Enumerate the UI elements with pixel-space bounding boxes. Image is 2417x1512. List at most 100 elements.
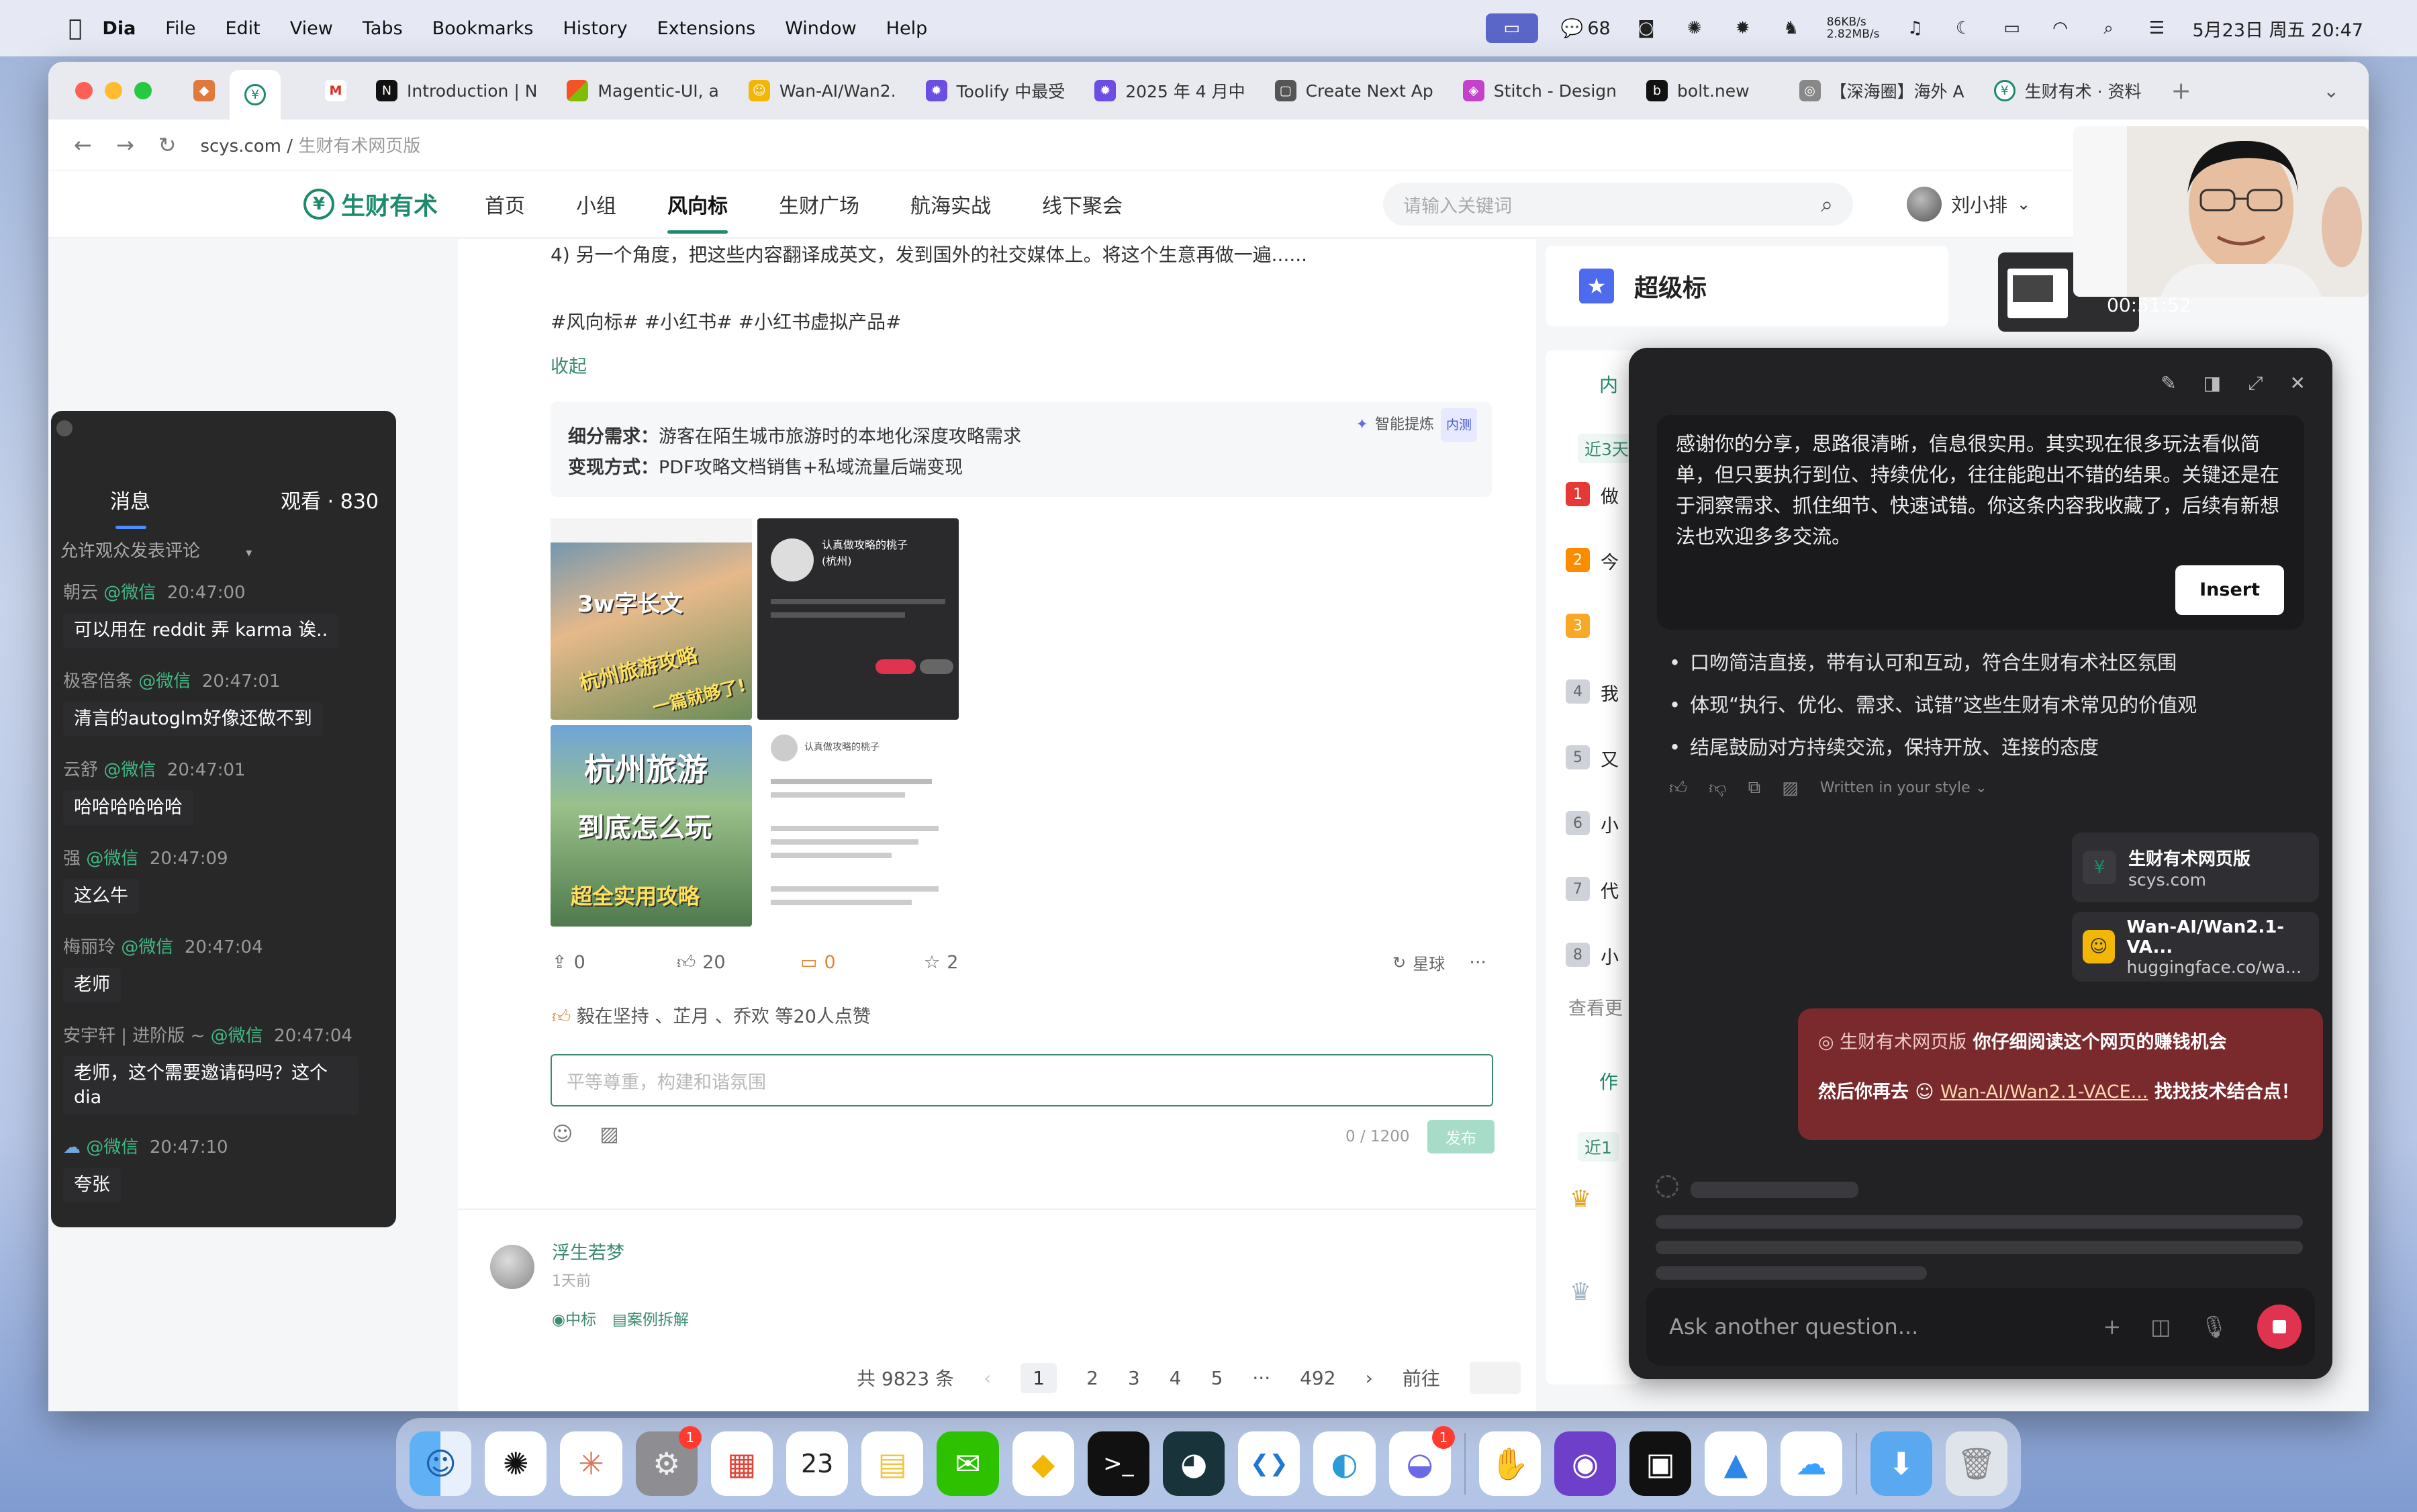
stop-button[interactable] bbox=[2257, 1305, 2302, 1349]
user-menu[interactable]: 刘小排 ⌄ bbox=[1907, 187, 2030, 222]
tab-shenhaiquan[interactable]: ◎ 【深海圈】海外 A bbox=[1785, 70, 1979, 111]
reply-author[interactable]: 浮生若梦 bbox=[552, 1238, 624, 1264]
menu-extensions[interactable]: Extensions bbox=[657, 18, 756, 39]
new-chat-icon[interactable]: ✎ bbox=[2161, 372, 2176, 395]
control-center-icon[interactable]: ☰ bbox=[2144, 15, 2169, 41]
ask-input[interactable]: Ask another question... + ◫ 🎙︎ bbox=[1646, 1288, 2315, 1366]
next-page-icon[interactable]: › bbox=[1366, 1367, 1373, 1389]
post-tags[interactable]: #风向标# #小红书# #小红书虚拟产品# bbox=[551, 308, 902, 334]
box-icon[interactable]: ▣ bbox=[1629, 1431, 1692, 1496]
like-button[interactable]: 👍︎ 20 bbox=[677, 951, 800, 974]
menu-app-name[interactable]: Dia bbox=[102, 18, 136, 39]
messages-icon[interactable]: ☁ bbox=[1780, 1431, 1842, 1496]
trash-icon[interactable]: 🗑︎ bbox=[1945, 1431, 2008, 1496]
page-5[interactable]: 5 bbox=[1211, 1367, 1223, 1389]
insert-button[interactable]: Insert bbox=[2175, 565, 2284, 615]
rank-item[interactable]: 小 bbox=[1601, 811, 1619, 837]
menu-view[interactable]: View bbox=[290, 18, 333, 39]
keynote-icon[interactable]: ▲ bbox=[1705, 1431, 1767, 1496]
search-icon[interactable]: ⌕ bbox=[2095, 15, 2121, 41]
menu-history[interactable]: History bbox=[563, 18, 628, 39]
cat-icon[interactable]: ♞ bbox=[1779, 15, 1804, 41]
menu-edit[interactable]: Edit bbox=[225, 18, 260, 39]
post-image-1[interactable]: 3w字长文 杭州旅游攻略 一篇就够了! bbox=[551, 518, 752, 720]
tab-stitch[interactable]: ◈ Stitch - Design bbox=[1448, 70, 1631, 111]
dia-icon[interactable]: ◒ 1 bbox=[1388, 1426, 1455, 1496]
page-1[interactable]: 1 bbox=[1021, 1362, 1057, 1393]
reply-tag[interactable]: ▤案例拆解 bbox=[612, 1307, 689, 1329]
menu-file[interactable]: File bbox=[165, 18, 195, 39]
page-3[interactable]: 3 bbox=[1128, 1367, 1140, 1389]
ranking-filter[interactable]: 近3天 bbox=[1578, 434, 1636, 463]
menu-window[interactable]: Window bbox=[785, 18, 856, 39]
calendar-icon[interactable]: 23 bbox=[786, 1431, 849, 1496]
recording-icon[interactable]: ◙ bbox=[1633, 15, 1659, 41]
copy-icon[interactable]: ⧉ bbox=[1748, 777, 1761, 798]
split-view-icon[interactable]: ◨ bbox=[2203, 372, 2221, 395]
view-more-link[interactable]: 查看更 bbox=[1568, 994, 1623, 1020]
tab-empty[interactable] bbox=[281, 70, 310, 111]
tab-overflow-chevron-icon[interactable]: ⌄ bbox=[2324, 80, 2339, 102]
comment-button[interactable]: ▭ 0 bbox=[800, 951, 924, 974]
downloads-icon[interactable]: ⬇ bbox=[1870, 1431, 1932, 1496]
comment-setting[interactable]: 允许观众发表评论 ▾ bbox=[60, 537, 252, 562]
thumbs-up-icon[interactable]: 👍︎ bbox=[1669, 777, 1687, 798]
favorite-button[interactable]: ☆ 2 bbox=[924, 951, 958, 974]
system-settings-icon[interactable]: ⚙ 1 bbox=[635, 1426, 702, 1496]
goto-page-input[interactable] bbox=[1469, 1362, 1521, 1394]
share-button[interactable]: ⇪ 0 bbox=[552, 951, 677, 974]
paw-icon[interactable]: ✋ bbox=[1478, 1431, 1541, 1496]
collapse-link[interactable]: 收起 bbox=[551, 352, 587, 378]
page-4[interactable]: 4 bbox=[1170, 1367, 1182, 1389]
tab-introduction[interactable]: N Introduction | N bbox=[361, 70, 552, 111]
edge-icon[interactable]: ◐ bbox=[1313, 1431, 1376, 1496]
wechat-icon[interactable]: ✉ bbox=[937, 1431, 999, 1496]
thumbs-down-icon[interactable]: 👎︎ bbox=[1709, 777, 1726, 798]
rank-item[interactable]: 又 bbox=[1601, 745, 1619, 771]
zoom-window-button[interactable] bbox=[134, 82, 152, 99]
new-tab-button[interactable]: + bbox=[2156, 70, 2206, 111]
notes-icon[interactable]: ▤ bbox=[861, 1431, 924, 1496]
tab-bolt[interactable]: b bolt.new bbox=[1631, 70, 1764, 111]
ranking-filter[interactable]: 近1 bbox=[1578, 1132, 1619, 1162]
nav-trends[interactable]: 风向标 bbox=[667, 189, 728, 234]
reload-icon[interactable]: ↻ bbox=[158, 132, 177, 158]
site-logo[interactable]: ¥ 生财有术 bbox=[303, 187, 438, 222]
publish-button[interactable]: 发布 bbox=[1427, 1120, 1495, 1153]
url-field[interactable]: scys.com / 生财有术网页版 bbox=[200, 132, 420, 157]
chat-count[interactable]: 💬 68 bbox=[1561, 17, 1611, 40]
menu-bookmarks[interactable]: Bookmarks bbox=[432, 18, 534, 39]
rank-item[interactable]: 我 bbox=[1601, 679, 1619, 706]
post-image-2[interactable]: 认真做攻略的桃子 (杭州) bbox=[757, 518, 959, 720]
close-window-button[interactable] bbox=[75, 82, 93, 99]
tab-magentic[interactable]: Magentic-UI, a bbox=[552, 70, 733, 111]
post-image-4[interactable]: 认真做攻略的桃子 bbox=[757, 725, 959, 927]
section-title[interactable]: 作 bbox=[1599, 1068, 1618, 1094]
post-image-3[interactable]: 杭州旅游 到底怎么玩 超全实用攻略 bbox=[551, 725, 752, 927]
super-tag-card[interactable]: ★ 超级标 bbox=[1546, 246, 1948, 326]
reply-tag[interactable]: ◉中标 bbox=[552, 1307, 596, 1329]
apple-icon[interactable]:  bbox=[68, 15, 82, 42]
search-icon[interactable]: ⌕ bbox=[1821, 191, 1833, 218]
openai-icon[interactable]: ✺ bbox=[1682, 15, 1707, 41]
back-icon[interactable]: ← bbox=[74, 132, 92, 158]
camera-icon[interactable]: ◫ bbox=[2150, 1314, 2171, 1339]
menu-help[interactable]: Help bbox=[886, 18, 928, 39]
page-2[interactable]: 2 bbox=[1086, 1367, 1098, 1389]
nav-groups[interactable]: 小组 bbox=[576, 189, 616, 219]
nav-voyage[interactable]: 航海实战 bbox=[910, 189, 991, 219]
tab-create-next-app[interactable]: ▢ Create Next Ap bbox=[1260, 70, 1448, 111]
more-icon[interactable]: ··· bbox=[1469, 951, 1486, 974]
rank-item[interactable]: 代 bbox=[1601, 877, 1619, 903]
image-icon[interactable]: ▨ bbox=[1782, 778, 1799, 798]
minimize-window-button[interactable] bbox=[105, 82, 122, 99]
tab-pinned-lion[interactable]: ◆ bbox=[179, 70, 230, 111]
forward-icon[interactable]: → bbox=[116, 132, 134, 158]
tab-scys[interactable]: ¥ bbox=[230, 70, 281, 120]
style-selector[interactable]: Written in your style ⌄ bbox=[1820, 779, 1987, 796]
music-icon[interactable]: ♫ bbox=[1902, 15, 1928, 41]
terminal-icon[interactable]: >_ bbox=[1087, 1431, 1150, 1496]
prev-page-icon[interactable]: ‹ bbox=[984, 1367, 991, 1389]
mention-link[interactable]: Wan-AI/Wan2.1-VACE... bbox=[1940, 1082, 2148, 1102]
likers-line[interactable]: 👍︎ 毅在坚持 、芷月 、乔欢 等20人点赞 bbox=[552, 1002, 871, 1028]
